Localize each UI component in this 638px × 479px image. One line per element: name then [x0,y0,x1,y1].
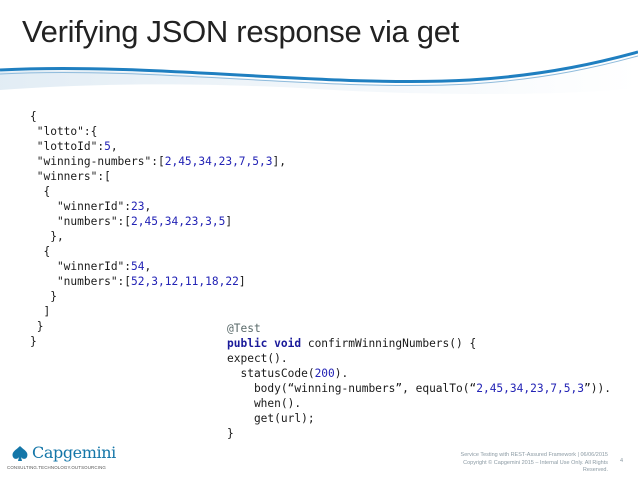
capgemini-logo: Capgemini CONSULTING.TECHNOLOGY.OUTSOURC… [6,443,126,479]
json-code-line: } [30,335,37,348]
code-token: "winners":[ [30,170,111,183]
java-code-line: when(). [227,397,301,410]
json-code-line: "winnerId":23, [30,200,151,213]
code-token: , [144,260,152,273]
footer-line-2: Copyright © Capgemini 2015 – Internal Us… [463,459,608,466]
java-code-line: @Test [227,322,261,335]
code-token: "winnerId": [30,260,132,273]
code-token: 52,3,12,11,18,22 [131,275,239,288]
json-code-line: "winning-numbers":[2,45,34,23,7,5,3], [30,155,286,168]
code-token: body(“winning-numbers”, equalTo(“ [227,382,477,395]
spade-icon [12,446,28,461]
code-token: "numbers":[ [30,275,132,288]
code-token: "winnerId": [30,200,132,213]
code-token: }, [30,230,64,243]
code-token: 2,45,34,23,3,5 [131,215,226,228]
code-token: "lotto":{ [30,125,98,138]
code-token: confirmWinningNumbers() { [301,337,477,350]
code-token: , [110,140,118,153]
code-token: ”)). [584,382,611,395]
code-token: , [144,200,152,213]
java-code-line: expect(). [227,352,288,365]
json-code-line: "lotto":{ [30,125,98,138]
code-token: ] [238,275,246,288]
decorative-wave [0,50,638,94]
code-token: 200 [314,367,335,380]
page-number: 4 [620,458,624,464]
json-code-line: } [30,290,57,303]
code-token: } [227,427,234,440]
code-token: "winning-numbers":[ [30,155,165,168]
java-code-line: get(url); [227,412,315,425]
code-token: statusCode( [227,367,315,380]
json-code-line: "lottoId":5, [30,140,118,153]
java-test-code: @Test public void confirmWinningNumbers(… [227,321,611,441]
json-code-line: }, [30,230,64,243]
code-token: 54 [131,260,145,273]
slide-title: Verifying JSON response via get [22,14,459,49]
json-code-line: { [30,185,50,198]
footer-line-1: Service Testing with REST-Assured Framew… [460,452,608,458]
code-token: 2,45,34,23,7,5,3 [164,155,273,168]
json-code-line: "winners":[ [30,170,111,183]
slide-footer: Service Testing with REST-Assured Framew… [378,452,608,475]
code-token: public void [227,337,302,350]
json-code-line: "numbers":[2,45,34,23,3,5] [30,215,232,228]
footer-line-3: Reserved. [582,467,608,474]
json-code-line: { [30,245,50,258]
code-token: ). [334,367,349,380]
code-token: ] [30,305,51,318]
logo-tagline: CONSULTING.TECHNOLOGY.OUTSOURCING [7,465,106,470]
code-token: { [30,245,51,258]
json-code-line: ] [30,305,50,318]
code-token: expect(). [227,352,288,365]
code-token: } [30,320,44,333]
code-token: 2,45,34,23,7,5,3 [476,382,584,395]
json-code-line: "winnerId":54, [30,260,151,273]
logo-wordmark: Capgemini [32,443,116,462]
json-code-line: { [30,110,37,123]
code-token: 5 [104,140,111,153]
code-token: { [30,185,51,198]
code-token: when(). [227,397,302,410]
code-token: } [30,290,57,303]
java-code-line: public void confirmWinningNumbers() { [227,337,476,350]
code-token: @Test [227,322,261,335]
java-code-line: } [227,427,234,440]
json-code-line: "numbers":[52,3,12,11,18,22] [30,275,246,288]
code-token: "lottoId": [30,140,105,153]
json-code-line: } [30,320,44,333]
code-token: ], [272,155,286,168]
code-token: ] [225,215,233,228]
java-code-line: statusCode(200). [227,367,348,380]
code-token: { [30,110,37,123]
code-token: "numbers":[ [30,215,132,228]
code-token: get(url); [227,412,315,425]
code-token: } [30,335,37,348]
java-code-line: body(“winning-numbers”, equalTo(“2,45,34… [227,382,611,395]
json-response-code: { "lotto":{ "lottoId":5, "winning-number… [30,109,286,349]
code-token: 23 [131,200,145,213]
